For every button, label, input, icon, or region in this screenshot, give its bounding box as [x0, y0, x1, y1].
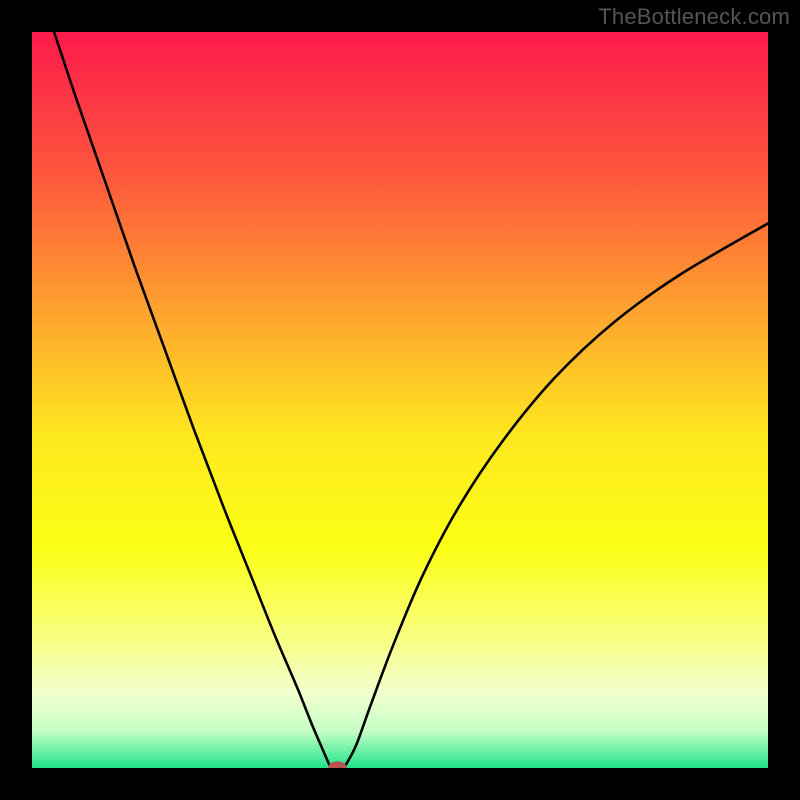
chart-svg: [32, 32, 768, 768]
chart-frame: TheBottleneck.com: [0, 0, 800, 800]
watermark-text: TheBottleneck.com: [598, 4, 790, 30]
plot-area: [32, 32, 768, 768]
background-rect: [32, 32, 768, 768]
